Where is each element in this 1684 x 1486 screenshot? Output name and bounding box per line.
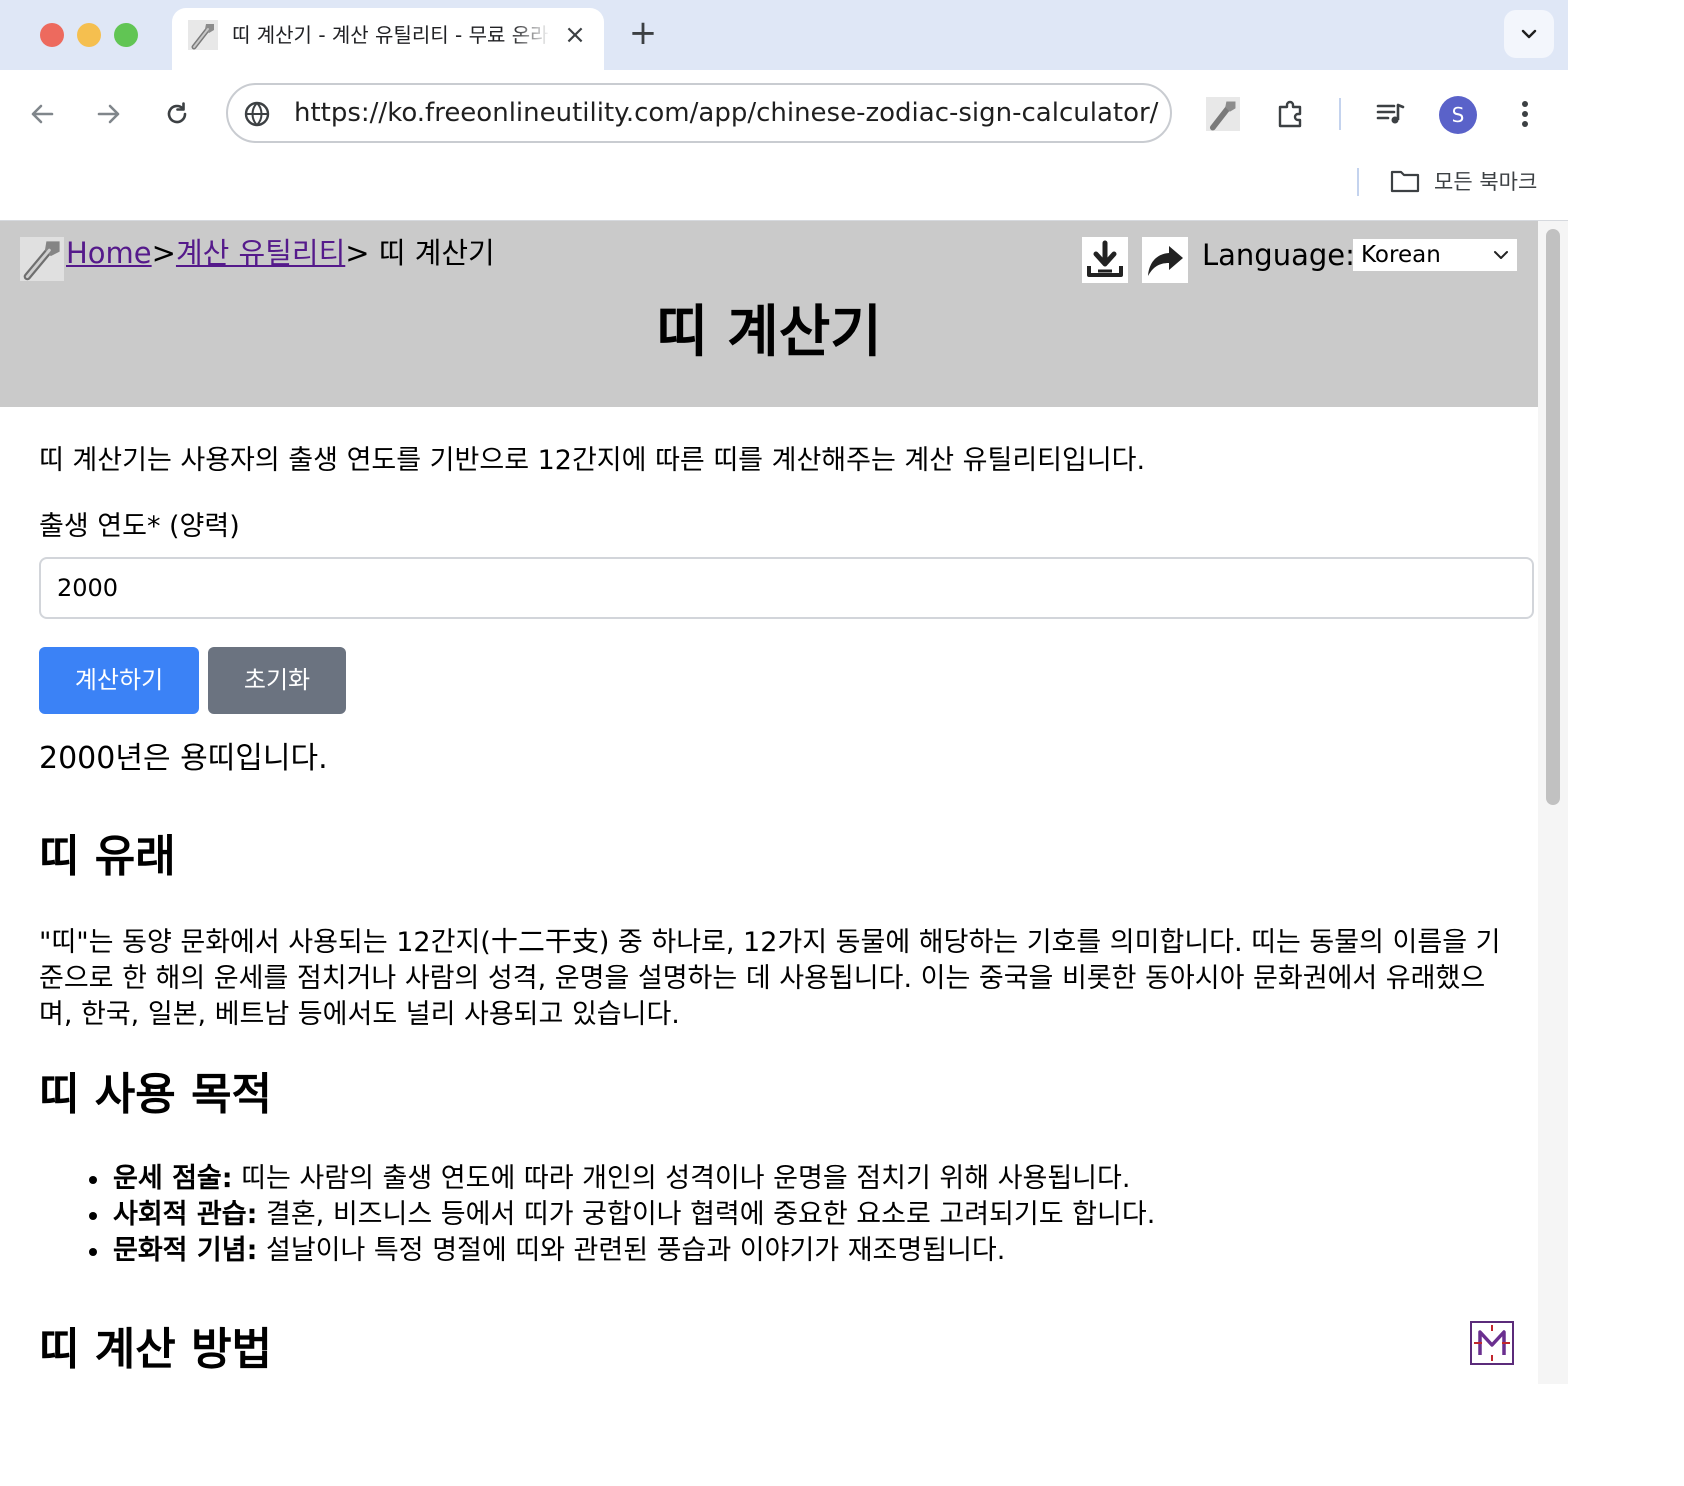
- browser-menu-button[interactable]: [1505, 94, 1545, 134]
- breadcrumb-separator: >: [151, 236, 176, 270]
- profile-avatar[interactable]: S: [1439, 96, 1477, 134]
- wrench-icon: [1206, 97, 1240, 131]
- list-item-desc: 설날이나 특정 명절에 띠와 관련된 풍습과 이야기가 재조명됩니다.: [257, 1235, 1006, 1266]
- breadcrumb: Home>계산 유틸리티> 띠 계산기: [66, 233, 495, 273]
- list-item: 문화적 기념: 설날이나 특정 명절에 띠와 관련된 풍습과 이야기가 재조명됩…: [39, 1233, 1509, 1269]
- browser-toolbar: https://ko.freeonlineutility.com/app/chi…: [0, 70, 1568, 221]
- reload-button[interactable]: [157, 94, 197, 134]
- tab-search-button[interactable]: [1504, 10, 1554, 58]
- list-item-term: 운세 점술:: [113, 1163, 233, 1194]
- download-icon: [1087, 240, 1123, 277]
- reset-button[interactable]: 초기화: [208, 647, 346, 714]
- breadcrumb-current: 띠 계산기: [369, 236, 495, 270]
- address-bar[interactable]: https://ko.freeonlineutility.com/app/chi…: [226, 83, 1172, 143]
- method-heading: 띠 계산 방법: [39, 1324, 273, 1375]
- media-control-icon: [1376, 103, 1405, 124]
- language-select[interactable]: Korean: [1353, 239, 1517, 271]
- tab-title: 띠 계산기 - 계산 유틸리티 - 무료 온라인 유틸리티: [232, 23, 550, 47]
- page-header: Home>계산 유틸리티> 띠 계산기 Language: Korean 띠 계…: [0, 221, 1538, 407]
- folder-icon: [1390, 170, 1420, 193]
- scrollbar-thumb[interactable]: [1546, 229, 1560, 805]
- breadcrumb-category-link[interactable]: 계산 유틸리티: [176, 236, 345, 270]
- page-title: 띠 계산기: [656, 300, 882, 365]
- calculate-button[interactable]: 계산하기: [39, 647, 199, 714]
- minimize-window-button[interactable]: [77, 23, 101, 47]
- all-bookmarks-button[interactable]: 모든 북마크: [1390, 166, 1537, 196]
- origin-heading: 띠 유래: [39, 831, 176, 882]
- tab-strip: 띠 계산기 - 계산 유틸리티 - 무료 온라인 유틸리티 × +: [0, 0, 1568, 70]
- download-button[interactable]: [1082, 237, 1128, 283]
- floating-badge[interactable]: [1470, 1321, 1514, 1365]
- share-button[interactable]: [1142, 237, 1188, 283]
- wrench-favicon-icon: [188, 20, 218, 50]
- url-text: https://ko.freeonlineutility.com/app/chi…: [294, 98, 1159, 128]
- purpose-heading: 띠 사용 목적: [39, 1069, 273, 1120]
- list-item: 사회적 관습: 결혼, 비즈니스 등에서 띠가 궁합이나 협력에 중요한 요소로…: [39, 1197, 1509, 1233]
- intro-text: 띠 계산기는 사용자의 출생 연도를 기반으로 12간지에 따른 띠를 계산해주…: [39, 445, 1146, 476]
- arrow-left-icon: [31, 104, 54, 124]
- reload-icon: [167, 102, 187, 124]
- toolbar-divider: [1339, 98, 1341, 130]
- forward-button[interactable]: [89, 94, 129, 134]
- origin-paragraph: "띠"는 동양 문화에서 사용되는 12간지(十二干支) 중 하나로, 12가지…: [39, 927, 1501, 1030]
- wrench-extension-button[interactable]: [1203, 94, 1243, 134]
- language-value: Korean: [1361, 242, 1441, 268]
- chevron-down-icon: [1521, 29, 1537, 39]
- bookmarks-divider: [1357, 168, 1359, 196]
- breadcrumb-separator: >: [345, 236, 370, 270]
- close-window-button[interactable]: [40, 23, 64, 47]
- page-viewport: Home>계산 유틸리티> 띠 계산기 Language: Korean 띠 계…: [0, 221, 1568, 1384]
- list-item-desc: 결혼, 비즈니스 등에서 띠가 궁합이나 협력에 중요한 요소로 고려되기도 합…: [257, 1199, 1156, 1230]
- list-item-term: 사회적 관습:: [113, 1199, 258, 1230]
- extensions-button[interactable]: [1271, 94, 1311, 134]
- birth-year-label: 출생 연도* (양력): [39, 511, 240, 542]
- maximize-window-button[interactable]: [114, 23, 138, 47]
- back-button[interactable]: [22, 94, 62, 134]
- chevron-down-icon: [1494, 251, 1508, 259]
- wrench-logo-icon[interactable]: [20, 237, 64, 281]
- list-item: 운세 점술: 띠는 사람의 출생 연도에 따라 개인의 성격이나 운명을 점치기…: [39, 1161, 1509, 1197]
- result-text: 2000년은 용띠입니다.: [39, 741, 328, 776]
- bookmarks-label: 모든 북마크: [1434, 170, 1538, 194]
- breadcrumb-home-link[interactable]: Home: [66, 236, 152, 270]
- arrow-right-icon: [97, 104, 120, 124]
- globe-icon[interactable]: [244, 101, 270, 127]
- purpose-list: 운세 점술: 띠는 사람의 출생 연도에 따라 개인의 성격이나 운명을 점치기…: [39, 1161, 1509, 1269]
- kebab-menu-icon: [1522, 101, 1528, 127]
- list-item-desc: 띠는 사람의 출생 연도에 따라 개인의 성격이나 운명을 점치기 위해 사용됩…: [232, 1163, 1131, 1194]
- tab-close-icon[interactable]: ×: [560, 20, 590, 50]
- active-tab[interactable]: 띠 계산기 - 계산 유틸리티 - 무료 온라인 유틸리티 ×: [172, 8, 604, 70]
- new-tab-button[interactable]: +: [626, 16, 660, 50]
- list-item-term: 문화적 기념:: [113, 1235, 258, 1266]
- media-control-button[interactable]: [1370, 94, 1410, 134]
- share-icon: [1148, 246, 1183, 276]
- puzzle-icon: [1278, 100, 1302, 128]
- birth-year-input[interactable]: 2000: [39, 557, 1534, 619]
- language-label: Language:: [1202, 238, 1355, 272]
- m-logo-icon: [1474, 1325, 1510, 1361]
